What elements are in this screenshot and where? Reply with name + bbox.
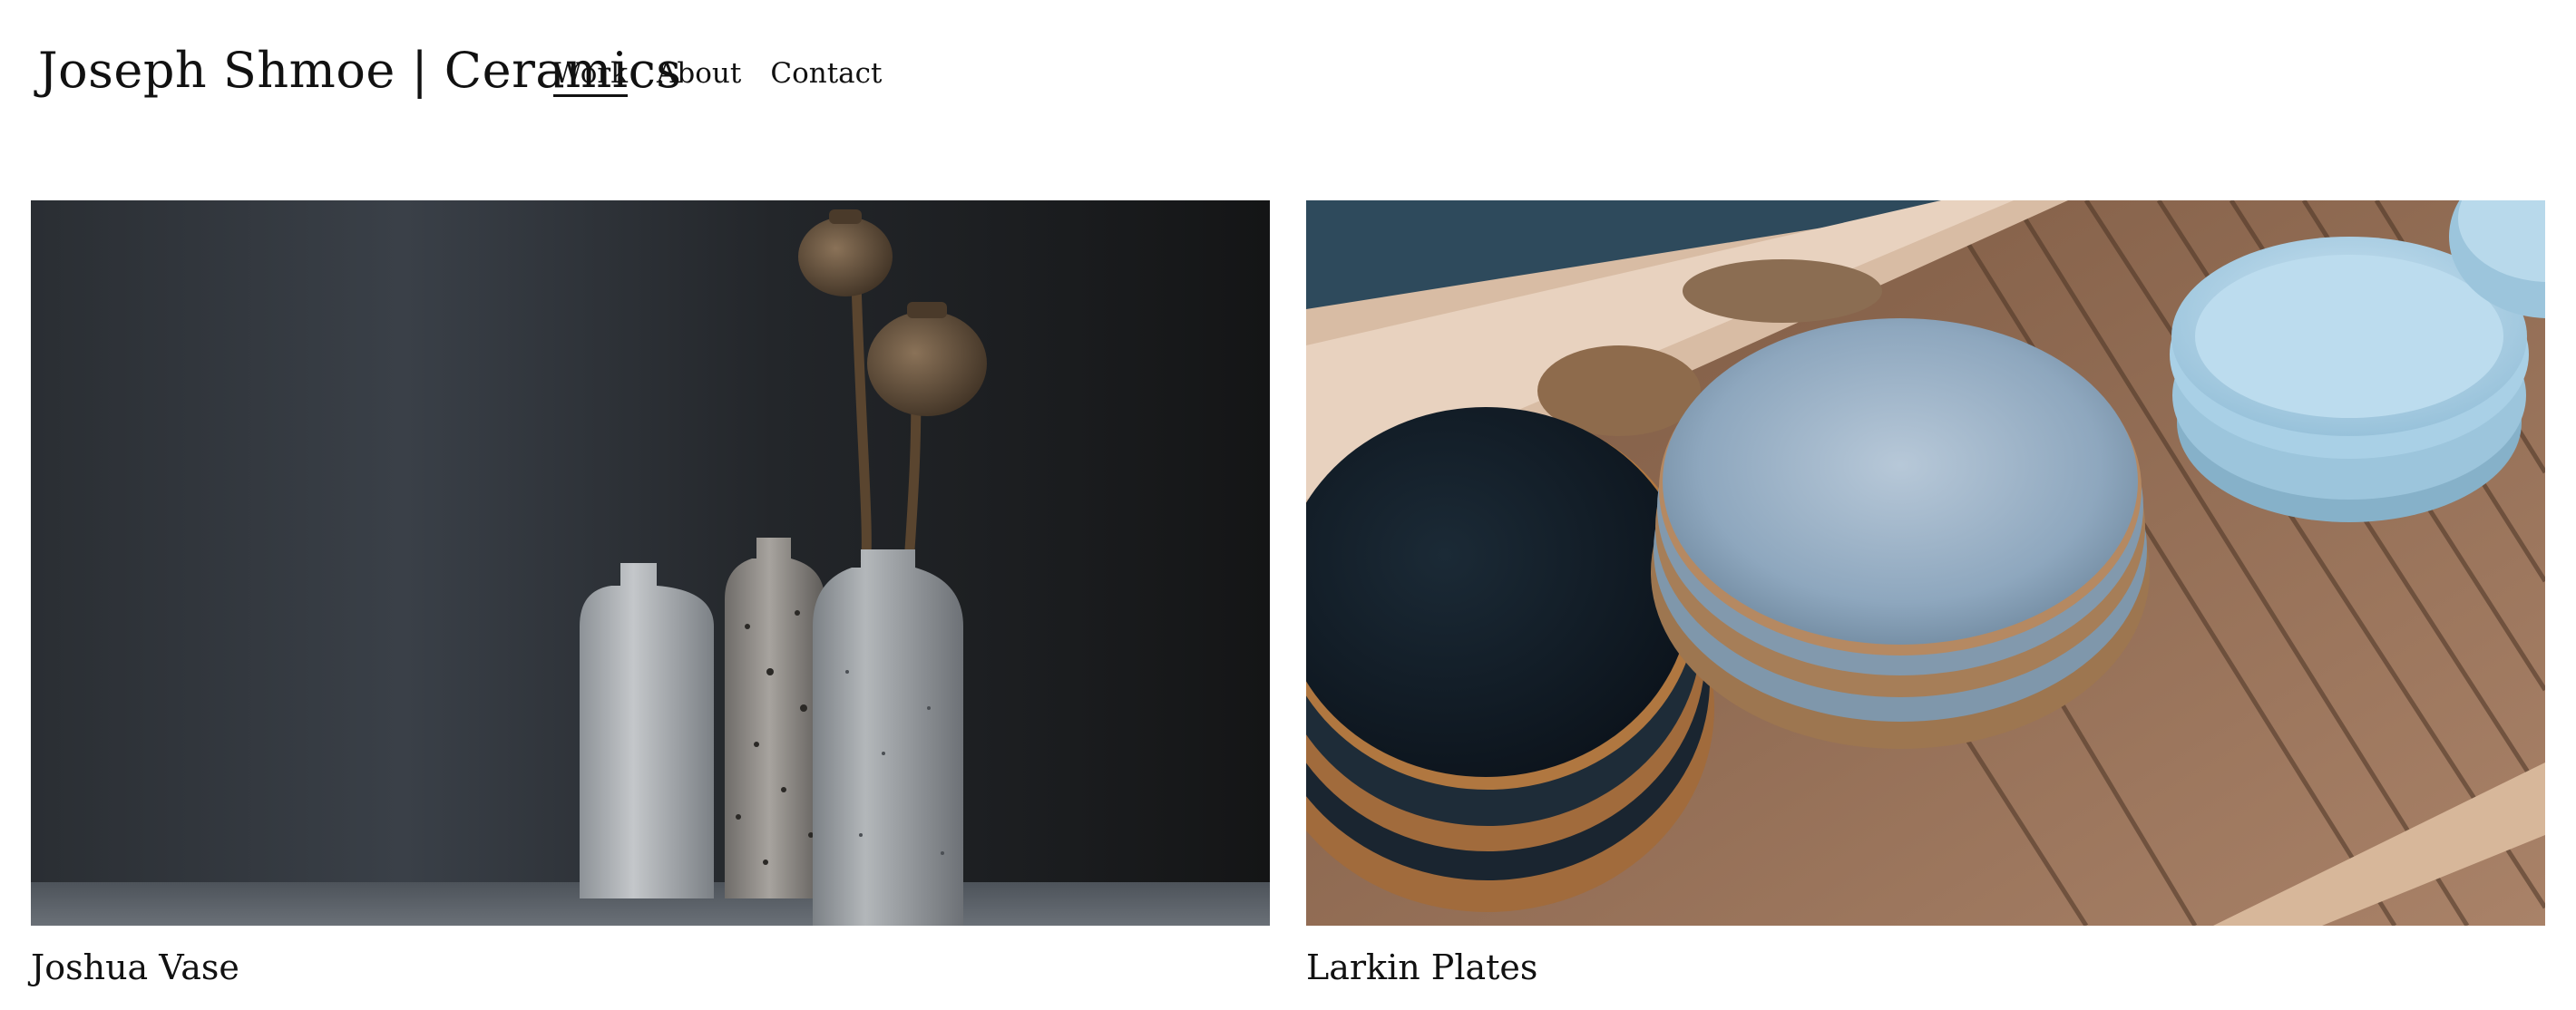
site-header: Joseph Shmoe | Ceramics Work About Conta… xyxy=(0,0,2576,154)
nav-item-work[interactable]: Work xyxy=(553,53,629,97)
gallery-item-larkin-plates[interactable]: Larkin Plates xyxy=(1306,200,2545,998)
joshua-vase-photo[interactable] xyxy=(31,200,1270,926)
work-gallery: Joshua Vase Larkin Plates xyxy=(31,200,2545,998)
larkin-plates-photo[interactable] xyxy=(1306,200,2545,926)
gallery-item-title[interactable]: Larkin Plates xyxy=(1306,944,1537,991)
nav-item-about[interactable]: About xyxy=(657,53,741,97)
gallery-item-joshua-vase[interactable]: Joshua Vase xyxy=(31,200,1270,998)
gallery-item-title[interactable]: Joshua Vase xyxy=(31,944,239,991)
nav-item-contact[interactable]: Contact xyxy=(770,53,882,97)
main-nav: Work About Contact xyxy=(553,53,882,97)
